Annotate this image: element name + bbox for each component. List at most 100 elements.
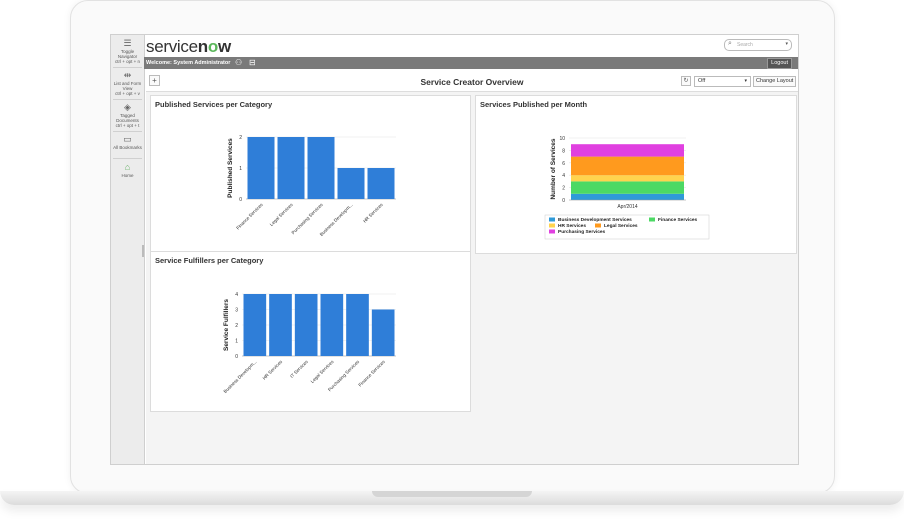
nav-shortcut: ctrl + opt + n — [114, 59, 140, 64]
refresh-interval-select[interactable]: Off ▾ — [694, 76, 751, 87]
y-tick-label: 0 — [239, 197, 242, 203]
user-name[interactable]: System Administrator — [173, 60, 230, 66]
bar — [307, 137, 335, 199]
chevron-down-icon: ▾ — [785, 41, 788, 47]
divider — [113, 158, 142, 159]
laptop-notch — [372, 491, 532, 497]
stacked-bar-segment — [571, 181, 684, 194]
hamburger-icon: ☰ — [123, 38, 132, 48]
bar — [247, 137, 275, 199]
x-tick-label: HR Services — [362, 202, 384, 224]
nav-label: Home — [121, 173, 134, 178]
y-tick-label: 0 — [562, 198, 565, 204]
left-navigation: ☰ Toggle Navigator ctrl + opt + n ⇹ List… — [111, 35, 145, 464]
y-tick-label: 2 — [562, 186, 565, 192]
tagged-documents-button[interactable]: ◈ Tagged Documents ctrl + opt + t — [111, 102, 144, 128]
stacked-bar-segment — [571, 193, 684, 200]
bar — [371, 309, 395, 356]
stacked-bar-segment — [571, 156, 684, 176]
services-per-month-chart: 0 2 4 6 8 10 Apr/2014 Number of Services Busines… — [544, 136, 710, 240]
published-services-chart: 0 1 2 Finance Services Legal ServicesPurchas… — [227, 135, 396, 237]
divider — [113, 67, 142, 68]
legend-label: HR Services — [558, 223, 586, 229]
legend-swatch — [549, 229, 555, 234]
x-tick-label: Purchasing Services — [291, 202, 325, 236]
widget-services-per-month: Services Published per Month 0 2 4 6 8 10 Apr/… — [475, 95, 797, 254]
search-placeholder: Search — [737, 42, 753, 48]
legend-label: Purchasing Services — [558, 229, 606, 235]
stacked-bar-segment — [571, 144, 684, 157]
y-axis-label: Number of Services — [550, 138, 557, 199]
refresh-icon[interactable]: ↻ — [681, 76, 691, 86]
search-input[interactable]: ⌕ Search ▾ — [724, 39, 792, 51]
change-layout-button[interactable]: Change Layout — [753, 76, 797, 87]
service-fulfillers-chart: 0 1 2 3 4 Business Developm... HR Services IT S… — [223, 292, 396, 394]
y-tick-label: 1 — [239, 166, 242, 172]
legend-swatch — [549, 223, 555, 228]
divider — [113, 131, 142, 132]
y-tick-label: 0 — [235, 354, 238, 360]
nav-shortcut: ctrl + opt + v — [115, 91, 140, 96]
toggle-navigator-button[interactable]: ☰ Toggle Navigator ctrl + opt + n — [111, 38, 144, 64]
nav-label: List and Form View — [113, 81, 142, 91]
y-tick-label: 10 — [559, 136, 565, 142]
y-tick-label: 3 — [235, 308, 238, 314]
nav-label: All Bookmarks — [113, 145, 142, 150]
homepage-toolbar: + Service Creator Overview ↻ Off ▾ Change… — [146, 71, 798, 92]
x-tick-label: Legal Services — [310, 359, 335, 384]
list-form-view-button[interactable]: ⇹ List and Form View ctrl + opt + v — [111, 70, 144, 96]
x-tick-label: Apr/2014 — [617, 204, 638, 210]
legend-label: Business Development Services — [558, 217, 632, 223]
lock-icon[interactable]: ⊟ — [249, 58, 256, 67]
widget-published-services: Published Services per Category 0 1 2 Finan… — [150, 95, 471, 254]
book-icon: ▭ — [123, 134, 132, 144]
home-icon: ⌂ — [124, 162, 131, 172]
stacked-bar-segment — [571, 175, 684, 182]
x-tick-label: Business Developm... — [223, 359, 258, 394]
legend-label: Legal Services — [604, 223, 638, 229]
widget-title: Published Services per Category — [155, 100, 273, 109]
x-tick-label: HR Services — [262, 359, 284, 381]
bar — [269, 294, 292, 356]
nav-shortcut: ctrl + opt + t — [115, 123, 140, 128]
servicenow-logo: servicenow — [146, 37, 231, 56]
legend-swatch — [649, 217, 655, 222]
y-axis-label: Published Services — [227, 138, 234, 198]
nav-label: Toggle Navigator — [117, 49, 138, 59]
legend-swatch — [549, 217, 555, 222]
main-content: + Service Creator Overview ↻ Off ▾ Change… — [146, 71, 798, 464]
split-view-icon: ⇹ — [123, 70, 132, 80]
x-tick-label: Legal Services — [269, 202, 294, 227]
bar — [346, 294, 369, 356]
y-tick-label: 6 — [562, 161, 565, 167]
y-tick-label: 8 — [562, 148, 565, 154]
x-tick-label: IT Services — [289, 359, 309, 379]
all-bookmarks-button[interactable]: ▭ All Bookmarks — [111, 134, 144, 150]
legend-label: Finance Services — [658, 217, 698, 223]
bar — [243, 294, 267, 356]
y-tick-label: 2 — [239, 135, 242, 141]
nav-collapse-handle[interactable] — [142, 245, 144, 257]
welcome-bar: Welcome: System Administrator ⚇ ⊟ Logout — [144, 57, 798, 69]
screen: ☰ Toggle Navigator ctrl + opt + n ⇹ List… — [110, 34, 799, 465]
bar — [320, 294, 344, 356]
y-tick-label: 2 — [235, 323, 238, 329]
search-icon: ⌕ — [728, 40, 732, 47]
home-button[interactable]: ⌂ Home — [111, 162, 144, 178]
y-axis-label: Service Fulfillers — [223, 299, 230, 351]
y-tick-label: 4 — [562, 173, 565, 179]
widget-title: Service Fulfillers per Category — [155, 256, 264, 265]
widget-service-fulfillers: Service Fulfillers per Category 0 1 2 3 4 Bus… — [150, 251, 471, 412]
impersonate-user-icon[interactable]: ⚇ — [235, 58, 242, 67]
tag-icon: ◈ — [124, 102, 131, 112]
logout-button[interactable]: Logout — [767, 58, 792, 69]
bar — [367, 168, 395, 199]
divider — [113, 99, 142, 100]
widget-title: Services Published per Month — [480, 100, 588, 109]
x-tick-label: Finance Services — [357, 359, 386, 388]
welcome-text: Welcome: System Administrator — [146, 60, 231, 66]
chevron-down-icon: ▾ — [744, 78, 747, 84]
y-tick-label: 4 — [235, 292, 238, 298]
x-tick-label: Finance Services — [235, 202, 264, 231]
y-tick-label: 1 — [235, 339, 238, 345]
